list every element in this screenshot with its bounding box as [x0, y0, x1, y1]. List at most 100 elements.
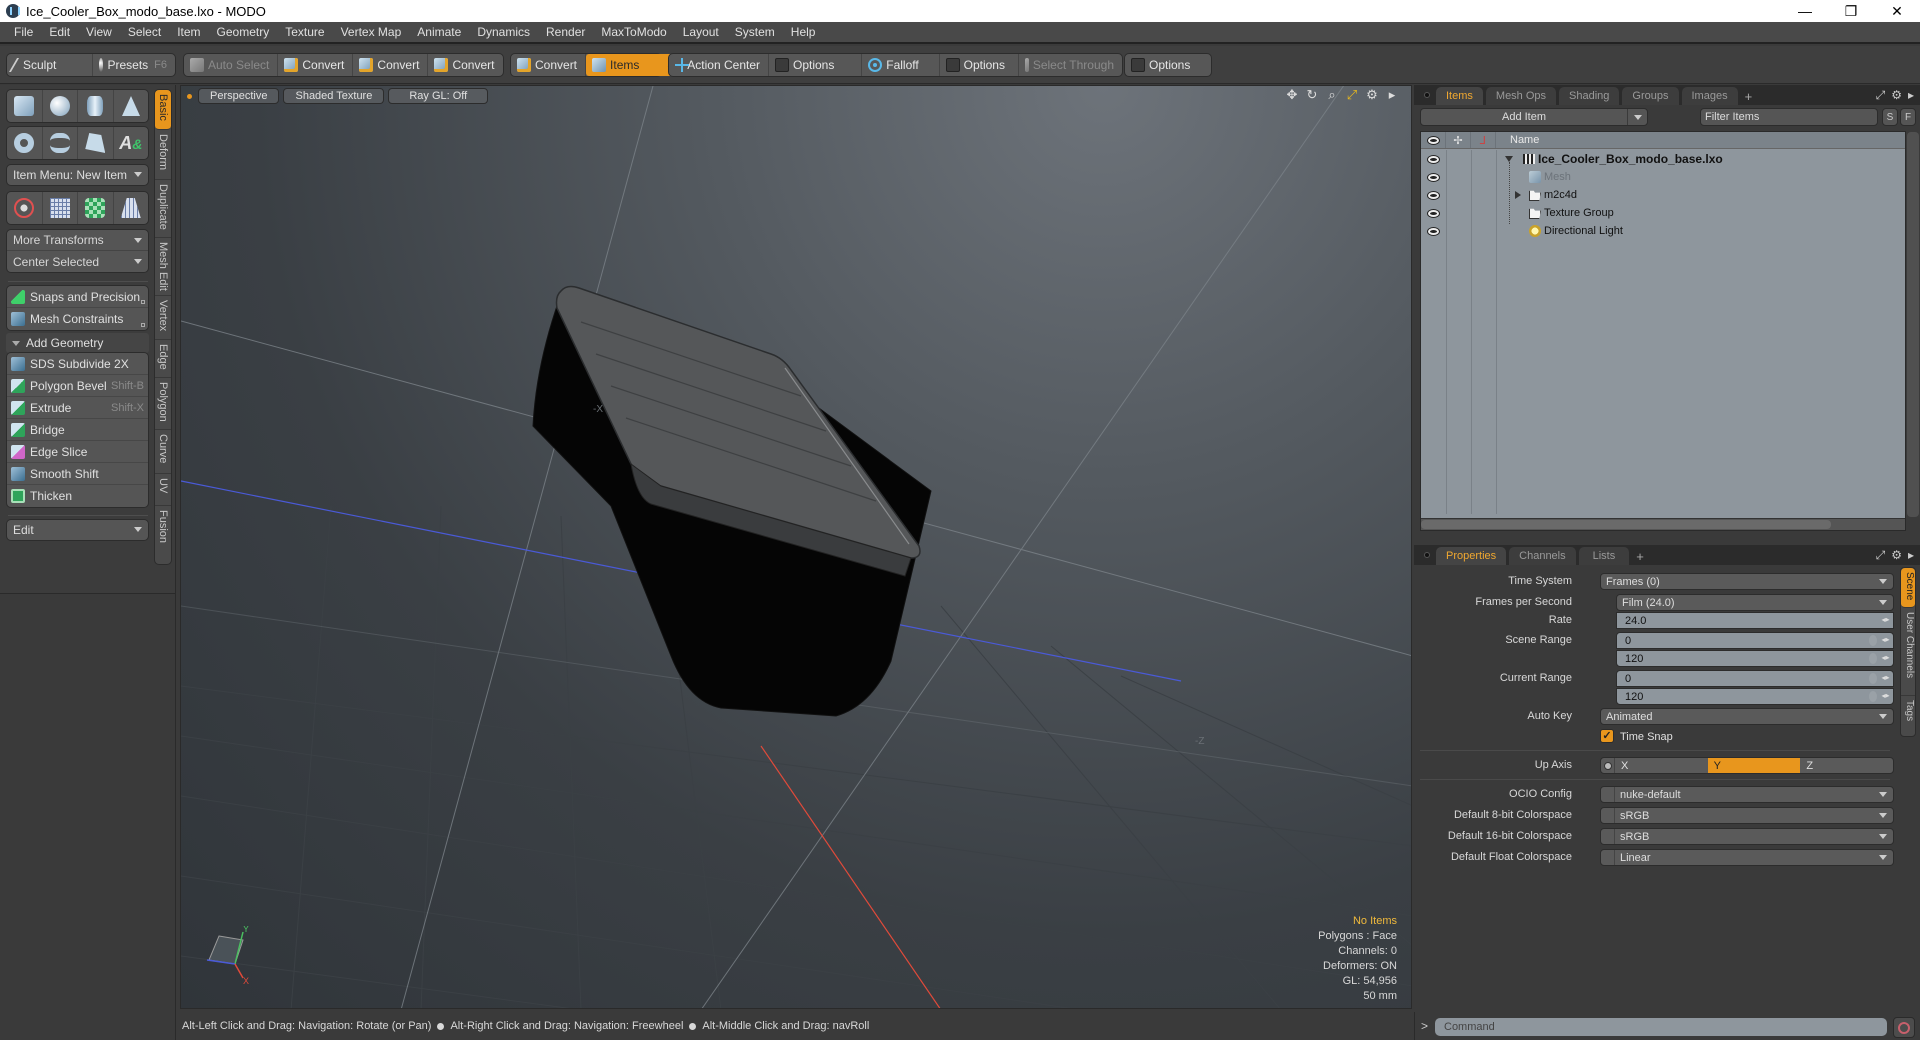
- current-range-start-input[interactable]: 0 ◂▸: [1616, 670, 1894, 687]
- name-column-header[interactable]: Name: [1496, 132, 1539, 148]
- convert-vertices-button[interactable]: Convert: [278, 54, 354, 76]
- close-button[interactable]: ✕: [1874, 0, 1920, 22]
- time-system-dropdown[interactable]: Frames (0): [1600, 573, 1894, 590]
- vtab-curve[interactable]: Curve: [155, 430, 171, 474]
- raygl-button[interactable]: Ray GL: Off: [388, 88, 489, 104]
- scene-range-start-input[interactable]: 0 ◂▸: [1616, 632, 1894, 649]
- pan-move-icon[interactable]: ✥: [1285, 88, 1299, 102]
- scrollbar-thumb[interactable]: [1421, 520, 1831, 529]
- auto-key-dropdown[interactable]: Animated: [1600, 708, 1894, 725]
- gear-icon[interactable]: ⚙: [1891, 548, 1902, 563]
- reset-icon[interactable]: [1869, 691, 1877, 702]
- edge-slice-button[interactable]: Edge Slice: [7, 441, 148, 463]
- gear-icon[interactable]: ⚙: [1891, 88, 1902, 103]
- chevron-down-icon[interactable]: [1627, 109, 1647, 125]
- maximize-viewport-icon[interactable]: ⤢: [1345, 88, 1359, 102]
- menu-maxtomodo[interactable]: MaxToModo: [593, 25, 674, 39]
- select-through-options-button[interactable]: Options: [1125, 54, 1198, 76]
- vtab-edge[interactable]: Edge: [155, 340, 171, 378]
- vtab-scene[interactable]: Scene: [1901, 568, 1915, 608]
- tab-images[interactable]: Images: [1681, 87, 1738, 105]
- falloff-options-button[interactable]: Options: [940, 54, 1019, 76]
- pen-tool[interactable]: [78, 127, 114, 159]
- scene-range-end-input[interactable]: 120 ◂▸: [1616, 650, 1894, 667]
- tab-groups[interactable]: Groups: [1622, 87, 1679, 105]
- menu-help[interactable]: Help: [783, 25, 824, 39]
- polygon-bevel-button[interactable]: Polygon Bevel Shift-B: [7, 375, 148, 397]
- capsule-tool[interactable]: [43, 127, 78, 159]
- drag-arrows-icon[interactable]: ◂▸: [1881, 615, 1891, 626]
- add-tab-plus-icon[interactable]: +: [1741, 87, 1757, 105]
- tree-row-directional-light[interactable]: Directional Light: [1421, 222, 1905, 240]
- visibility-toggle[interactable]: [1421, 173, 1446, 181]
- ocio-dropdown[interactable]: nuke-default: [1600, 786, 1894, 803]
- drag-arrows-icon[interactable]: ◂▸: [1881, 635, 1891, 646]
- menu-layout[interactable]: Layout: [675, 25, 727, 39]
- center-selected-dropdown[interactable]: Center Selected: [7, 251, 148, 272]
- plane-tool[interactable]: [114, 192, 149, 224]
- action-center-options-button[interactable]: Options: [769, 54, 863, 76]
- tab-shading[interactable]: Shading: [1559, 87, 1620, 105]
- cone-tool[interactable]: [114, 90, 149, 122]
- vtab-user-channels[interactable]: User Channels: [1901, 608, 1915, 696]
- expand-triangle-icon[interactable]: [1515, 191, 1521, 199]
- drag-arrows-icon[interactable]: ◂▸: [1881, 653, 1891, 664]
- menu-texture[interactable]: Texture: [277, 25, 332, 39]
- vtab-tags[interactable]: Tags: [1901, 696, 1915, 736]
- menu-geometry[interactable]: Geometry: [209, 25, 278, 39]
- view-mode-button[interactable]: Perspective: [198, 88, 280, 104]
- tab-items[interactable]: Items: [1436, 87, 1483, 105]
- filter-items-input[interactable]: Filter Items: [1700, 108, 1878, 126]
- vtab-deform[interactable]: Deform: [155, 130, 171, 180]
- expand-arrow-icon[interactable]: ▸: [1908, 88, 1914, 103]
- sphere-tool[interactable]: [43, 90, 78, 122]
- gear-icon[interactable]: ⚙: [1365, 88, 1379, 102]
- record-macro-button[interactable]: [1893, 1017, 1915, 1038]
- item-menu-dropdown[interactable]: Item Menu: New Item: [6, 164, 149, 186]
- drag-arrows-icon[interactable]: ◂▸: [1881, 673, 1891, 684]
- convert-materials-button[interactable]: Convert: [511, 54, 587, 76]
- maximize-panel-icon[interactable]: ⤢: [1876, 88, 1886, 103]
- menu-vertex-map[interactable]: Vertex Map: [333, 25, 410, 39]
- cube-tool[interactable]: [7, 90, 43, 122]
- add-item-button[interactable]: Add Item: [1420, 108, 1648, 126]
- drag-arrows-icon[interactable]: ◂▸: [1881, 691, 1891, 702]
- visibility-column-eye-icon[interactable]: [1421, 132, 1446, 148]
- maximize-panel-icon[interactable]: ⤢: [1876, 548, 1886, 563]
- tree-vertical-scrollbar[interactable]: [1907, 132, 1919, 517]
- expand-triangle-icon[interactable]: [1505, 156, 1513, 162]
- presets-button[interactable]: Presets F6: [93, 54, 175, 76]
- command-input[interactable]: Command: [1435, 1018, 1887, 1036]
- s-filter-button[interactable]: S: [1882, 108, 1898, 126]
- current-range-end-input[interactable]: 120 ◂▸: [1616, 688, 1894, 705]
- visibility-toggle[interactable]: [1421, 191, 1446, 199]
- lock-column-icon[interactable]: ✢: [1446, 132, 1471, 148]
- tree-row-m2c4d[interactable]: m2c4d: [1421, 186, 1905, 204]
- menu-animate[interactable]: Animate: [409, 25, 469, 39]
- vtab-mesh-edit[interactable]: Mesh Edit: [155, 238, 171, 296]
- convert-polygons-button[interactable]: Convert: [428, 54, 502, 76]
- cs16-dropdown[interactable]: sRGB: [1600, 828, 1894, 845]
- tab-channels[interactable]: Channels: [1509, 547, 1576, 565]
- zoom-magnifier-icon[interactable]: ⌕: [1325, 88, 1339, 102]
- visibility-toggle[interactable]: [1421, 227, 1446, 235]
- sculpt-button[interactable]: Sculpt: [7, 54, 93, 76]
- falloff-button[interactable]: Falloff: [862, 54, 940, 76]
- rate-input[interactable]: 24.0 ◂▸: [1616, 612, 1894, 629]
- up-axis-x[interactable]: X: [1615, 758, 1708, 773]
- torus-tool[interactable]: [7, 127, 43, 159]
- extrude-button[interactable]: Extrude Shift-X: [7, 397, 148, 419]
- tab-mesh-ops[interactable]: Mesh Ops: [1485, 87, 1557, 105]
- mesh-constraints-button[interactable]: Mesh Constraints: [7, 308, 148, 330]
- vtab-polygon[interactable]: Polygon: [155, 378, 171, 430]
- reset-icon[interactable]: [1869, 673, 1877, 684]
- restore-button[interactable]: ❐: [1828, 0, 1874, 22]
- cs8-dropdown[interactable]: sRGB: [1600, 807, 1894, 824]
- tree-row-texture-group[interactable]: Texture Group: [1421, 204, 1905, 222]
- vtab-basic[interactable]: Basic: [155, 90, 171, 130]
- up-axis-y[interactable]: Y: [1707, 758, 1801, 773]
- csfloat-dropdown[interactable]: Linear: [1600, 849, 1894, 866]
- snaps-precision-button[interactable]: Snaps and Precision: [7, 286, 148, 308]
- menu-system[interactable]: System: [727, 25, 783, 39]
- thicken-button[interactable]: Thicken: [7, 485, 148, 507]
